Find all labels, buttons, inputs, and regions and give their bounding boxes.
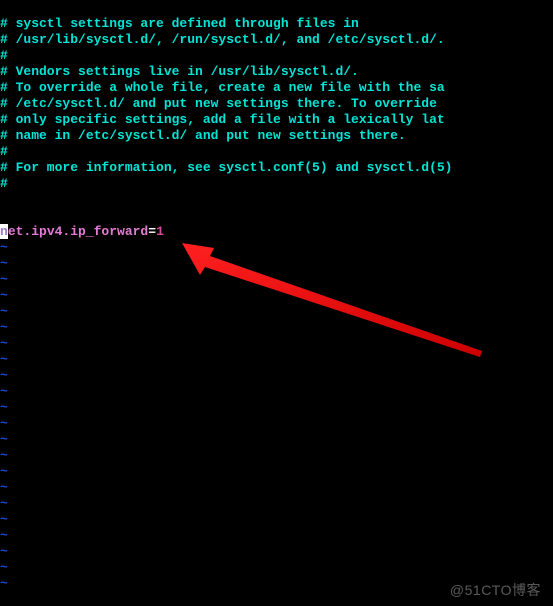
comment-line: # /usr/lib/sysctl.d/, /run/sysctl.d/, an… bbox=[0, 32, 445, 47]
equals-sign: = bbox=[148, 224, 156, 239]
vim-tilde: ~ bbox=[0, 272, 8, 287]
vim-tilde: ~ bbox=[0, 544, 8, 559]
vim-tilde: ~ bbox=[0, 496, 8, 511]
vim-tilde: ~ bbox=[0, 464, 8, 479]
vim-tilde: ~ bbox=[0, 576, 8, 591]
vim-tilde: ~ bbox=[0, 528, 8, 543]
vim-tilde: ~ bbox=[0, 320, 8, 335]
cursor-position: n bbox=[0, 224, 8, 239]
comment-line: # bbox=[0, 176, 8, 191]
comment-line: # For more information, see sysctl.conf(… bbox=[0, 160, 452, 175]
vim-tilde: ~ bbox=[0, 288, 8, 303]
watermark-text: @51CTO博客 bbox=[450, 582, 541, 598]
vim-tilde: ~ bbox=[0, 240, 8, 255]
vim-tilde: ~ bbox=[0, 336, 8, 351]
comment-line: # /etc/sysctl.d/ and put new settings th… bbox=[0, 96, 445, 111]
comment-line: # To override a whole file, create a new… bbox=[0, 80, 445, 95]
comment-line: # name in /etc/sysctl.d/ and put new set… bbox=[0, 128, 406, 143]
comment-line: # bbox=[0, 48, 8, 63]
config-key: et.ipv4.ip_forward bbox=[8, 224, 148, 239]
comment-line: # only specific settings, add a file wit… bbox=[0, 112, 445, 127]
comment-line: # bbox=[0, 144, 8, 159]
terminal-editor[interactable]: # sysctl settings are defined through fi… bbox=[0, 0, 553, 606]
comment-line: # Vendors settings live in /usr/lib/sysc… bbox=[0, 64, 359, 79]
config-value: 1 bbox=[156, 224, 164, 239]
vim-tilde: ~ bbox=[0, 256, 8, 271]
vim-tilde: ~ bbox=[0, 416, 8, 431]
vim-tilde: ~ bbox=[0, 512, 8, 527]
vim-tilde: ~ bbox=[0, 560, 8, 575]
vim-tilde: ~ bbox=[0, 368, 8, 383]
vim-tilde: ~ bbox=[0, 480, 8, 495]
vim-tilde: ~ bbox=[0, 384, 8, 399]
comment-line: # sysctl settings are defined through fi… bbox=[0, 16, 359, 31]
vim-tilde: ~ bbox=[0, 448, 8, 463]
vim-tilde: ~ bbox=[0, 352, 8, 367]
config-line[interactable]: net.ipv4.ip_forward=1 bbox=[0, 224, 164, 239]
vim-tilde: ~ bbox=[0, 432, 8, 447]
vim-tilde: ~ bbox=[0, 304, 8, 319]
vim-tilde: ~ bbox=[0, 400, 8, 415]
